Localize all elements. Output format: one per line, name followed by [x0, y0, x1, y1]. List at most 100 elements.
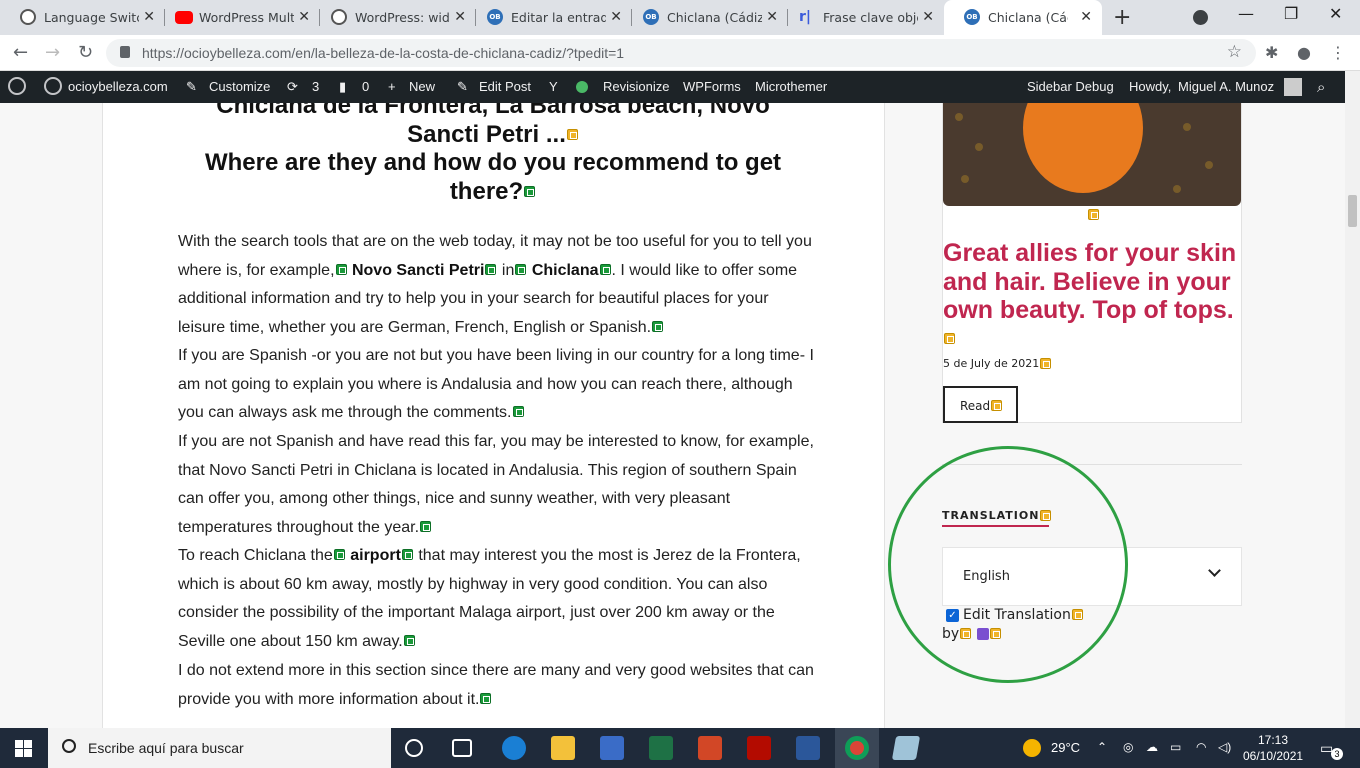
translate-edit-icon[interactable] [599, 263, 611, 275]
tab-language-switcher[interactable]: Language Switcher ✕ [0, 0, 165, 35]
extensions-icon[interactable]: ✱ [1265, 43, 1278, 62]
post-card-title[interactable]: Great allies for your skin and hair. Bel… [943, 239, 1243, 353]
revisionize-link[interactable]: Revisionize [603, 79, 669, 94]
wordpress-icon [331, 9, 347, 25]
menu-icon[interactable]: ⋮ [1330, 43, 1346, 62]
translate-edit-icon[interactable] [944, 333, 955, 345]
translate-edit-icon[interactable] [420, 521, 432, 533]
forward-icon[interactable]: → [45, 42, 60, 63]
store-icon[interactable] [600, 736, 624, 760]
windows-start-icon[interactable] [15, 740, 32, 757]
translate-edit-icon[interactable] [333, 549, 345, 561]
word-icon[interactable] [796, 736, 820, 760]
onedrive-icon[interactable]: ☁ [1146, 740, 1158, 754]
edge-icon[interactable] [502, 736, 526, 760]
post-card-date: 5 de July de 2021 [943, 357, 1052, 370]
site-name-link[interactable]: ocioybelleza.com [68, 79, 168, 94]
translate-edit-icon[interactable] [335, 263, 347, 275]
translate-edit-icon[interactable] [991, 400, 1003, 411]
dashboard-icon [44, 77, 62, 95]
tab-label: Frase clave objetivo [823, 10, 918, 25]
chevron-down-icon [1208, 564, 1221, 577]
page-scrollbar[interactable] [1345, 71, 1360, 728]
tab-label: Chiclana (Cádiz) [988, 10, 1068, 25]
bookmark-star-icon[interactable]: ☆ [1227, 42, 1242, 62]
powerpoint-icon[interactable] [698, 736, 722, 760]
search-icon[interactable]: ⌕ [1317, 79, 1325, 96]
comments-count[interactable]: 0 [362, 79, 369, 94]
pencil-icon: ✎ [186, 79, 197, 94]
translate-edit-icon[interactable] [401, 549, 413, 561]
tab-chiclana-1[interactable]: OB Chiclana (Cádiz) ✕ [623, 0, 788, 35]
user-name[interactable]: Miguel A. Munoz [1178, 79, 1274, 94]
acrobat-icon[interactable] [747, 736, 771, 760]
clock-date[interactable]: 06/10/2021 [1243, 749, 1303, 763]
back-icon[interactable]: ← [13, 42, 28, 63]
wordpress-logo-icon[interactable] [8, 77, 26, 95]
meet-icon[interactable]: ◎ [1123, 740, 1133, 754]
battery-icon[interactable]: ▭ [1170, 740, 1181, 754]
translate-edit-icon[interactable] [652, 321, 664, 333]
restore-icon[interactable]: ❐ [1284, 4, 1298, 23]
tab-chiclana-active[interactable]: OB Chiclana (Cádiz) ✕ [944, 0, 1102, 35]
profile-icon[interactable]: ● [1297, 43, 1311, 62]
wpforms-link[interactable]: WPForms [683, 79, 741, 94]
ob-icon: OB [643, 9, 659, 25]
wifi-icon[interactable]: ◠ [1196, 740, 1206, 754]
customize-link[interactable]: Customize [209, 79, 270, 94]
new-link[interactable]: New [409, 79, 435, 94]
updates-count[interactable]: 3 [312, 79, 319, 94]
translate-edit-icon[interactable] [1040, 357, 1052, 369]
new-tab-icon[interactable]: + [1113, 5, 1131, 30]
taskbar-search-input[interactable]: Escribe aquí para buscar [48, 728, 391, 768]
tab-wordpress-widgets[interactable]: WordPress: widgets ✕ [311, 0, 476, 35]
translate-edit-icon[interactable] [515, 263, 527, 275]
cortana-icon[interactable] [405, 739, 423, 757]
close-icon[interactable]: ✕ [143, 9, 155, 25]
window-close-icon[interactable]: ✕ [1329, 4, 1342, 23]
close-icon[interactable]: ✕ [454, 9, 466, 25]
task-view-icon[interactable] [452, 739, 472, 757]
read-button[interactable]: Read [943, 386, 1018, 423]
avatar[interactable] [1284, 78, 1302, 96]
notepad-icon[interactable] [891, 736, 921, 760]
translate-edit-icon[interactable] [566, 129, 578, 141]
comments-icon: ▮ [339, 79, 347, 94]
scrollbar-thumb[interactable] [1348, 195, 1357, 227]
microthemer-link[interactable]: Microthemer [755, 79, 827, 94]
translate-edit-icon[interactable] [512, 406, 524, 418]
close-icon[interactable]: ✕ [922, 9, 934, 25]
post-thumbnail[interactable] [943, 103, 1241, 206]
temperature[interactable]: 29°C [1051, 740, 1080, 755]
yoast-icon[interactable]: Y [549, 79, 558, 94]
translate-edit-icon[interactable] [403, 635, 415, 647]
tab-frase-clave[interactable]: r| Frase clave objetivo ✕ [779, 0, 944, 35]
close-icon[interactable]: ✕ [766, 9, 778, 25]
volume-icon[interactable]: ◁) [1218, 740, 1231, 754]
translate-edit-icon[interactable] [485, 263, 497, 275]
tray-expand-icon[interactable]: ⌃ [1097, 740, 1107, 754]
article-heading-line4: there? [178, 177, 808, 206]
close-icon[interactable]: ✕ [298, 9, 310, 25]
close-icon[interactable]: ✕ [1080, 9, 1092, 25]
ob-icon: OB [964, 9, 980, 25]
minimize-icon[interactable]: — [1238, 4, 1254, 23]
highlight-circle [888, 446, 1128, 683]
clock-time[interactable]: 17:13 [1258, 733, 1288, 747]
file-explorer-icon[interactable] [551, 736, 575, 760]
tab-editar-entrada[interactable]: OB Editar la entrada ✕ [467, 0, 632, 35]
article-heading-line2: Sancti Petri ... [178, 120, 808, 149]
chrome-icon[interactable] [845, 736, 869, 760]
close-icon[interactable]: ✕ [610, 9, 622, 25]
url-input[interactable]: https://ocioybelleza.com/en/la-belleza-d… [106, 39, 1256, 67]
tab-wordpress-multilingual[interactable]: WordPress Multilingual ✕ [155, 0, 320, 35]
tab-label: WordPress Multilingual [199, 10, 294, 25]
excel-icon[interactable] [649, 736, 673, 760]
sidebar-debug-link[interactable]: Sidebar Debug [1027, 79, 1114, 94]
translate-edit-icon[interactable] [1088, 209, 1099, 220]
translate-edit-icon[interactable] [524, 186, 536, 198]
tab-search-icon[interactable] [1193, 10, 1208, 25]
translate-edit-icon[interactable] [480, 692, 492, 704]
reload-icon[interactable]: ↻ [78, 42, 93, 63]
edit-post-link[interactable]: Edit Post [479, 79, 531, 94]
